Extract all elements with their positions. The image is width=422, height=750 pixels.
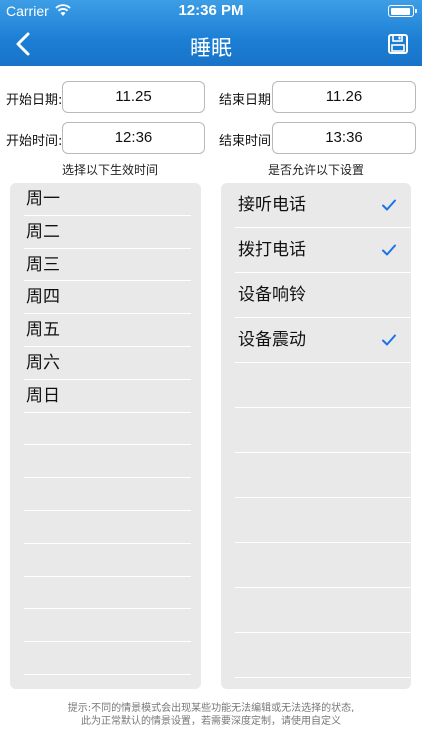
checkmark-icon xyxy=(382,199,396,211)
option-item[interactable]: 设备震动 xyxy=(235,318,411,363)
empty-day-row xyxy=(24,445,191,479)
checkmark-icon xyxy=(382,244,396,256)
day-item[interactable]: 周五 xyxy=(24,314,191,347)
checkmark-icon xyxy=(382,334,396,346)
option-item[interactable]: 拨打电话 xyxy=(235,228,411,273)
end-date-label: 结束日期: xyxy=(219,93,276,108)
days-panel: 周一 周二 周三 周四 周五 周六 周日 xyxy=(10,183,201,689)
empty-day-row xyxy=(24,577,191,610)
empty-day-row xyxy=(24,544,191,577)
day-item[interactable]: 周日 xyxy=(24,380,191,413)
empty-day-row xyxy=(24,413,191,446)
page-title: 睡眠 xyxy=(190,36,232,60)
day-list: 周一 周二 周三 周四 周五 周六 周日 xyxy=(24,183,191,675)
empty-option-row xyxy=(235,633,411,678)
day-item[interactable]: 周三 xyxy=(24,249,191,282)
empty-option-row xyxy=(235,543,411,588)
end-date-field[interactable]: 11.26 xyxy=(272,81,416,113)
end-time-field[interactable]: 13:36 xyxy=(272,122,416,154)
options-panel: 接听电话拨打电话设备响铃设备震动 xyxy=(221,183,411,689)
battery-icon xyxy=(388,5,417,17)
option-label: 拨打电话 xyxy=(238,240,306,260)
status-time: 12:36 PM xyxy=(178,2,244,19)
option-item[interactable]: 接听电话 xyxy=(235,183,411,228)
start-time-field[interactable]: 12:36 xyxy=(62,122,205,154)
day-item[interactable]: 周二 xyxy=(24,216,191,249)
empty-day-row xyxy=(24,609,191,643)
empty-option-row xyxy=(235,588,411,633)
footer-hint-line-2: 此为正常默认的情景设置，若需要深度定制，请使用自定义 xyxy=(81,716,341,727)
day-item[interactable]: 周四 xyxy=(24,281,191,315)
option-list: 接听电话拨打电话设备响铃设备震动 xyxy=(235,183,411,678)
navigation-header: Carrier 12:36 PM 睡眠 xyxy=(0,0,422,66)
options-section-caption: 是否允许以下设置 xyxy=(267,163,364,177)
option-label: 设备震动 xyxy=(238,330,306,350)
end-time-label: 结束时间: xyxy=(219,134,276,149)
days-section-caption: 选择以下生效时间 xyxy=(61,163,158,177)
empty-option-row xyxy=(235,363,411,408)
empty-option-row xyxy=(235,498,411,543)
option-label: 设备响铃 xyxy=(238,285,306,305)
footer-hint: 提示:不同的情景模式会出现某些功能无法编辑或无法选择的状态, 此为正常默认的情景… xyxy=(0,702,422,728)
empty-day-row xyxy=(24,478,191,511)
option-label: 接听电话 xyxy=(238,195,306,215)
start-time-label: 开始时间: xyxy=(6,134,63,149)
empty-option-row xyxy=(235,453,411,498)
status-bar: Carrier 12:36 PM xyxy=(0,0,422,22)
floppy-disk-icon[interactable] xyxy=(388,34,408,54)
battery-level xyxy=(390,7,410,15)
footer-hint-line-1: 提示:不同的情景模式会出现某些功能无法编辑或无法选择的状态, xyxy=(67,703,355,714)
day-item[interactable]: 周一 xyxy=(24,183,191,216)
option-item[interactable]: 设备响铃 xyxy=(235,273,411,318)
start-date-field[interactable]: 11.25 xyxy=(62,81,205,113)
empty-day-row xyxy=(24,511,191,544)
empty-option-row xyxy=(235,408,411,453)
start-date-label: 开始日期: xyxy=(6,93,63,108)
day-item[interactable]: 周六 xyxy=(24,347,191,380)
empty-day-row xyxy=(24,642,191,675)
